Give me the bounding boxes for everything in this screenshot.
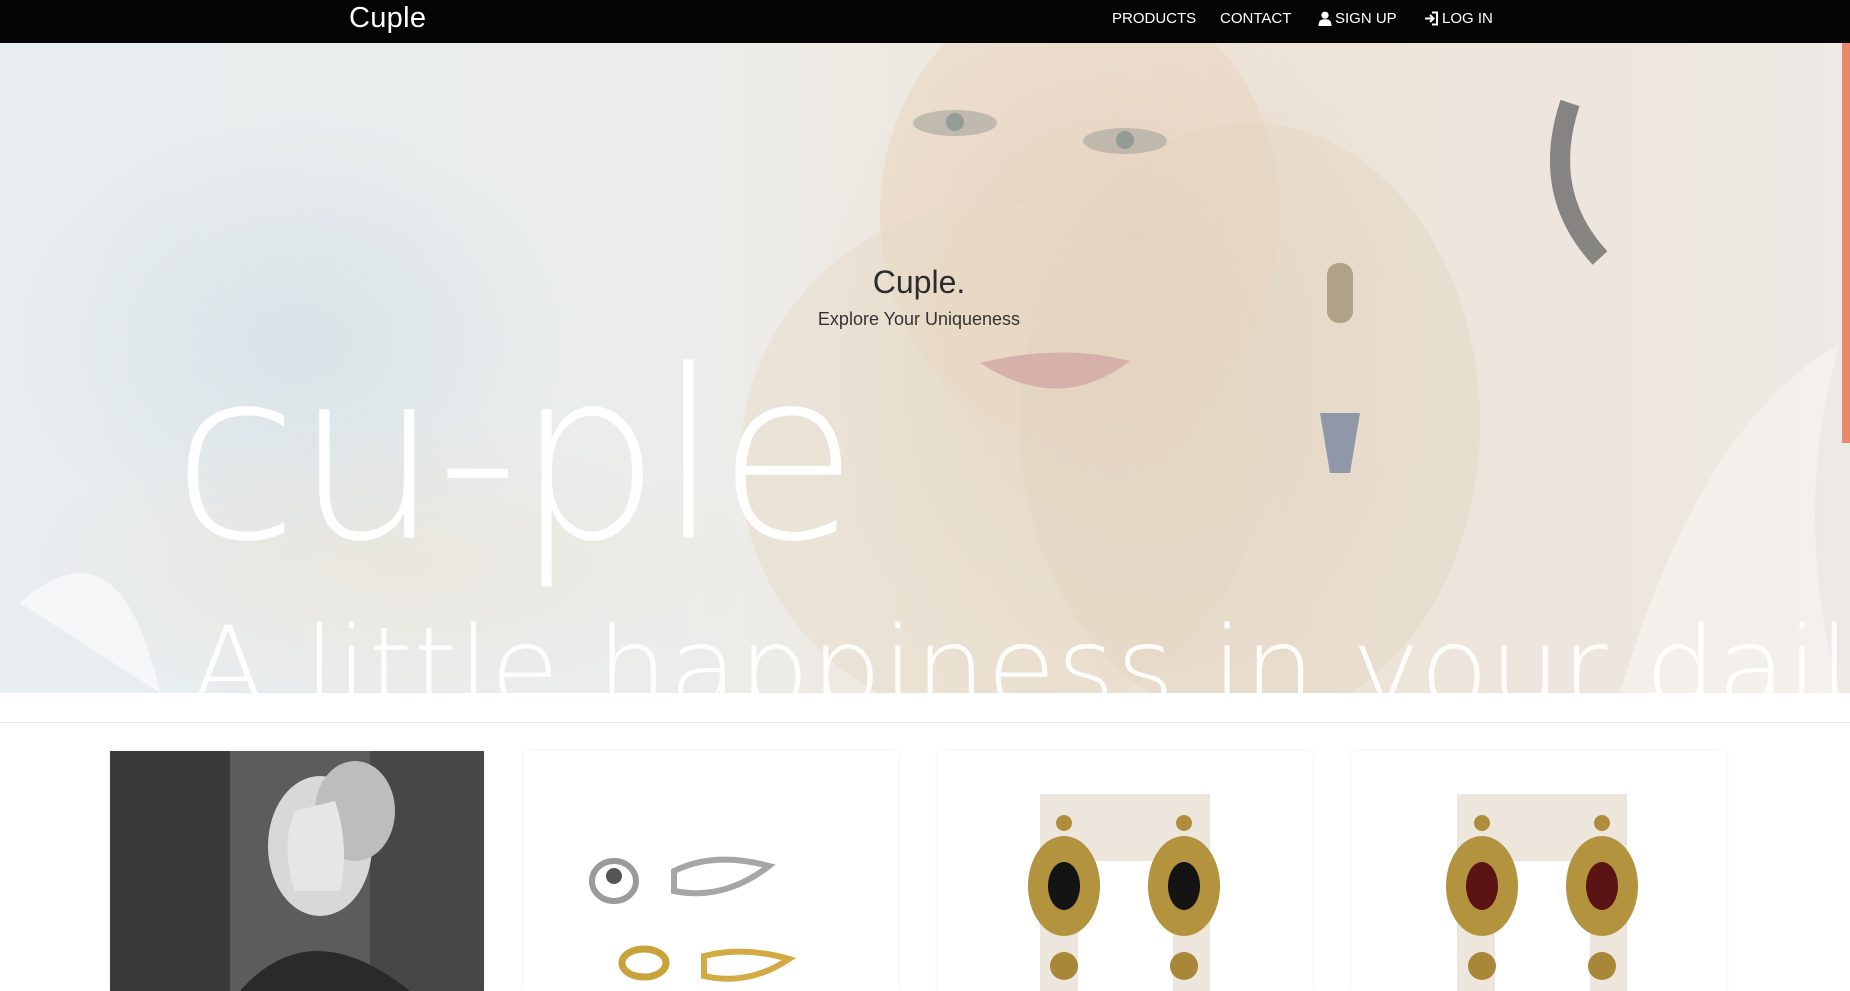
product-card-portrait[interactable] — [110, 751, 484, 991]
product-card-rings[interactable] — [524, 751, 898, 991]
nav-login-link[interactable]: LOG IN — [1424, 10, 1493, 27]
hero-title: Cuple. — [872, 264, 966, 300]
earrings-black-photo — [938, 751, 1312, 991]
hero-subtitle: Explore Your Uniqueness — [817, 309, 1021, 329]
log-in-icon — [1424, 11, 1439, 26]
brand-logo[interactable]: Cuple — [349, 0, 426, 43]
section-divider — [0, 722, 1850, 723]
hero-tagline: A little happiness in your daily life — [190, 604, 1850, 693]
product-card-earrings-black[interactable] — [938, 751, 1312, 991]
portrait-photo — [110, 751, 484, 991]
nav-signup-link[interactable]: SIGN UP — [1318, 10, 1397, 27]
nav-signup-label: SIGN UP — [1335, 10, 1397, 27]
hero-banner: cu-ple A little happiness in your daily … — [0, 43, 1850, 693]
nav-contact-link[interactable]: CONTACT — [1220, 10, 1291, 27]
hero-script-text: cu-ple — [172, 321, 859, 594]
nav-contact-label: CONTACT — [1220, 10, 1292, 27]
top-navbar: Cuple PRODUCTS CONTACT SIGN UP LOG IN — [0, 0, 1850, 43]
nav-products-link[interactable]: PRODUCTS — [1112, 10, 1196, 27]
hero-accent-bar — [1842, 43, 1850, 443]
nav-products-label: PRODUCTS — [1112, 10, 1197, 27]
product-card-earrings-red[interactable] — [1352, 751, 1726, 991]
earrings-red-photo — [1352, 751, 1726, 991]
user-icon — [1318, 11, 1332, 26]
nav-login-label: LOG IN — [1442, 10, 1493, 27]
rings-photo — [524, 751, 898, 991]
